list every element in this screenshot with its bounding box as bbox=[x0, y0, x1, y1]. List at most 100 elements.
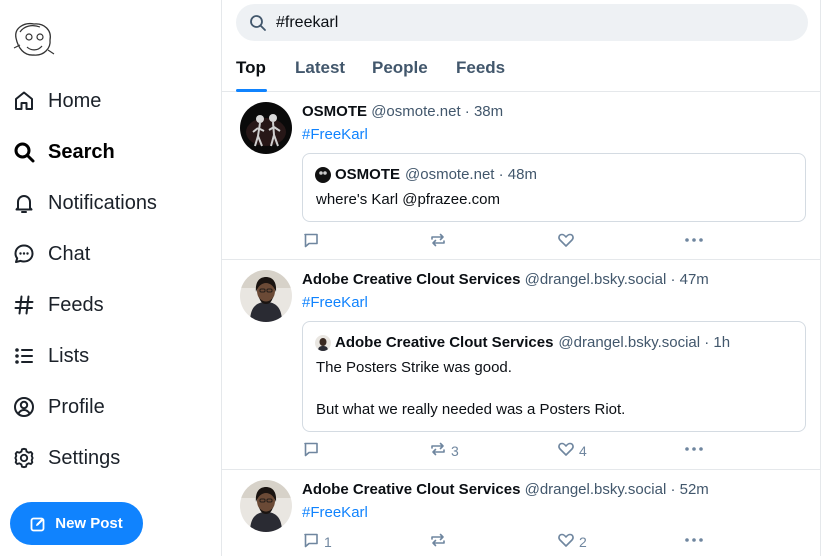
avatar[interactable] bbox=[240, 102, 292, 154]
repost-button[interactable] bbox=[429, 231, 447, 252]
nav-settings-label: Settings bbox=[48, 446, 121, 469]
more-options-button[interactable] bbox=[684, 531, 704, 552]
author-name[interactable]: Adobe Creative Clout Services bbox=[302, 481, 520, 498]
post-actions: 1 2 bbox=[302, 531, 802, 551]
tab-people[interactable]: People bbox=[372, 58, 428, 78]
reply-button[interactable] bbox=[302, 231, 320, 252]
new-post-label: New Post bbox=[55, 515, 123, 532]
nav-chat-label: Chat bbox=[48, 242, 91, 265]
repost-button[interactable]: 3 bbox=[429, 440, 459, 461]
quote-text: The Posters Strike was good. bbox=[316, 359, 512, 376]
search-icon bbox=[249, 14, 267, 32]
logo-avatar[interactable] bbox=[10, 18, 56, 62]
avatar bbox=[315, 166, 331, 183]
post-item[interactable]: Adobe Creative Clout Services @drangel.b… bbox=[222, 470, 820, 556]
hashtag-link[interactable]: #FreeKarl bbox=[302, 504, 368, 521]
reply-button[interactable]: 1 bbox=[302, 531, 332, 552]
nav-feeds-label: Feeds bbox=[48, 293, 104, 316]
home-icon bbox=[12, 89, 36, 113]
reply-button[interactable] bbox=[302, 440, 320, 461]
heart-icon bbox=[557, 231, 575, 252]
author-handle[interactable]: @osmote.net · 38m bbox=[371, 103, 503, 120]
search-input[interactable]: #freekarl bbox=[236, 4, 808, 41]
author-name[interactable]: OSMOTE bbox=[302, 103, 367, 120]
more-options-button[interactable] bbox=[684, 231, 704, 252]
like-count: 4 bbox=[579, 442, 587, 459]
reply-icon bbox=[302, 231, 320, 252]
compose-icon bbox=[30, 516, 46, 532]
hashtag-link[interactable]: #FreeKarl bbox=[302, 294, 368, 311]
quote-text: where's Karl @pfrazee.com bbox=[316, 191, 500, 208]
new-post-button[interactable]: New Post bbox=[10, 502, 143, 545]
post-header: Adobe Creative Clout Services @drangel.b… bbox=[302, 481, 709, 498]
quote-header: OSMOTE @osmote.net · 48m bbox=[315, 166, 537, 183]
ellipsis-icon bbox=[684, 440, 704, 461]
repost-count: 3 bbox=[451, 442, 459, 459]
repost-icon bbox=[429, 231, 447, 252]
like-button[interactable]: 2 bbox=[557, 531, 587, 552]
quote-text: But what we really needed was a Posters … bbox=[316, 401, 626, 418]
nav-search[interactable]: Search bbox=[12, 134, 115, 170]
search-query: #freekarl bbox=[276, 13, 339, 31]
tab-latest[interactable]: Latest bbox=[295, 58, 345, 78]
nav-notifications-label: Notifications bbox=[48, 191, 157, 214]
hash-icon bbox=[12, 293, 36, 317]
ellipsis-icon bbox=[684, 231, 704, 252]
like-button[interactable]: 4 bbox=[557, 440, 587, 461]
post-item[interactable]: Adobe Creative Clout Services @drangel.b… bbox=[222, 260, 820, 470]
reply-icon bbox=[302, 531, 320, 552]
gear-icon bbox=[12, 446, 36, 470]
tab-top[interactable]: Top bbox=[236, 58, 266, 78]
chat-icon bbox=[12, 242, 36, 266]
reply-count: 1 bbox=[324, 533, 332, 550]
like-button[interactable] bbox=[557, 231, 575, 252]
profile-icon bbox=[12, 395, 36, 419]
post-header: Adobe Creative Clout Services @drangel.b… bbox=[302, 271, 709, 288]
tab-feeds[interactable]: Feeds bbox=[456, 58, 505, 78]
bell-icon bbox=[12, 191, 36, 215]
avatar[interactable] bbox=[240, 480, 292, 532]
ellipsis-icon bbox=[684, 531, 704, 552]
nav-feeds[interactable]: Feeds bbox=[12, 287, 104, 323]
nav-chat[interactable]: Chat bbox=[12, 236, 90, 272]
author-handle[interactable]: @drangel.bsky.social · 52m bbox=[525, 481, 709, 498]
search-tabs: Top Latest People Feeds bbox=[222, 52, 820, 92]
heart-icon bbox=[557, 440, 575, 461]
post-header: OSMOTE @osmote.net · 38m bbox=[302, 103, 503, 120]
repost-icon bbox=[429, 440, 447, 461]
quote-author-name: Adobe Creative Clout Services bbox=[335, 334, 554, 351]
nav-home-label: Home bbox=[48, 89, 102, 112]
repost-button[interactable] bbox=[429, 531, 447, 552]
nav-settings[interactable]: Settings bbox=[12, 440, 120, 476]
nav-profile[interactable]: Profile bbox=[12, 389, 105, 425]
post-item[interactable]: OSMOTE @osmote.net · 38m #FreeKarl OSMOT… bbox=[222, 92, 820, 260]
author-name[interactable]: Adobe Creative Clout Services bbox=[302, 271, 520, 288]
list-icon bbox=[12, 344, 36, 368]
nav-notifications[interactable]: Notifications bbox=[12, 185, 157, 221]
main-column: #freekarl Top Latest People Feeds OSMOTE… bbox=[221, 0, 821, 556]
quote-post[interactable]: OSMOTE @osmote.net · 48m where's Karl @p… bbox=[302, 153, 806, 222]
reply-icon bbox=[302, 440, 320, 461]
hashtag-link[interactable]: #FreeKarl bbox=[302, 126, 368, 143]
post-actions: 3 4 bbox=[302, 440, 802, 460]
more-options-button[interactable] bbox=[684, 440, 704, 461]
avatar bbox=[315, 334, 331, 351]
sidebar: Home Search Notifications Chat Feeds Lis… bbox=[0, 0, 222, 556]
author-handle[interactable]: @drangel.bsky.social · 47m bbox=[525, 271, 709, 288]
quote-header: Adobe Creative Clout Services @drangel.b… bbox=[315, 334, 730, 351]
nav-home[interactable]: Home bbox=[12, 83, 101, 119]
quote-author-handle: @osmote.net · 48m bbox=[405, 166, 537, 183]
like-count: 2 bbox=[579, 533, 587, 550]
nav-profile-label: Profile bbox=[48, 395, 105, 418]
quote-author-handle: @drangel.bsky.social · 1h bbox=[558, 334, 731, 351]
quote-post[interactable]: Adobe Creative Clout Services @drangel.b… bbox=[302, 321, 806, 432]
heart-icon bbox=[557, 531, 575, 552]
repost-icon bbox=[429, 531, 447, 552]
avatar[interactable] bbox=[240, 270, 292, 322]
post-actions bbox=[302, 231, 802, 251]
nav-search-label: Search bbox=[48, 140, 115, 163]
search-icon bbox=[12, 140, 36, 164]
nav-lists-label: Lists bbox=[48, 344, 90, 367]
quote-author-name: OSMOTE bbox=[335, 166, 401, 183]
nav-lists[interactable]: Lists bbox=[12, 338, 89, 374]
